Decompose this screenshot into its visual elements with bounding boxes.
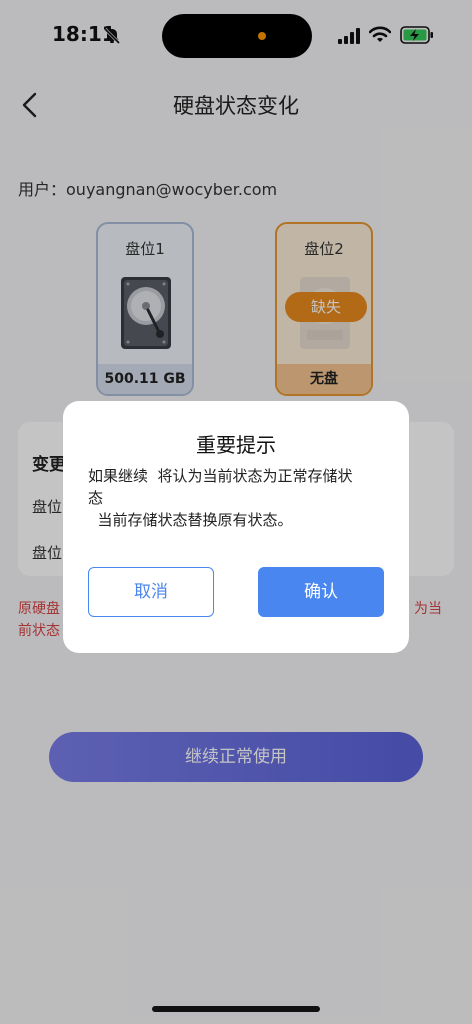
dialog-message-line: 如果继续 将认为当前状态为正常存储状 xyxy=(88,467,353,485)
dialog-title: 重要提示 xyxy=(196,433,276,457)
dialog-message: 如果继续 将认为当前状态为正常存储状 态 当前存储状态替换原有状态。 xyxy=(88,465,388,531)
screen: 18:11 硬盘状态变化 用户：ouyangnan@wocyber.com 盘位… xyxy=(0,0,472,1024)
cancel-button[interactable]: 取消 xyxy=(88,567,214,617)
dialog-message-line: 当前存储状态替换原有状态。 xyxy=(88,511,293,529)
confirm-dialog: 重要提示 如果继续 将认为当前状态为正常存储状 态 当前存储状态替换原有状态。 … xyxy=(63,401,409,653)
home-indicator xyxy=(152,1006,320,1012)
dialog-message-line: 态 xyxy=(88,489,104,507)
confirm-button[interactable]: 确认 xyxy=(258,567,384,617)
